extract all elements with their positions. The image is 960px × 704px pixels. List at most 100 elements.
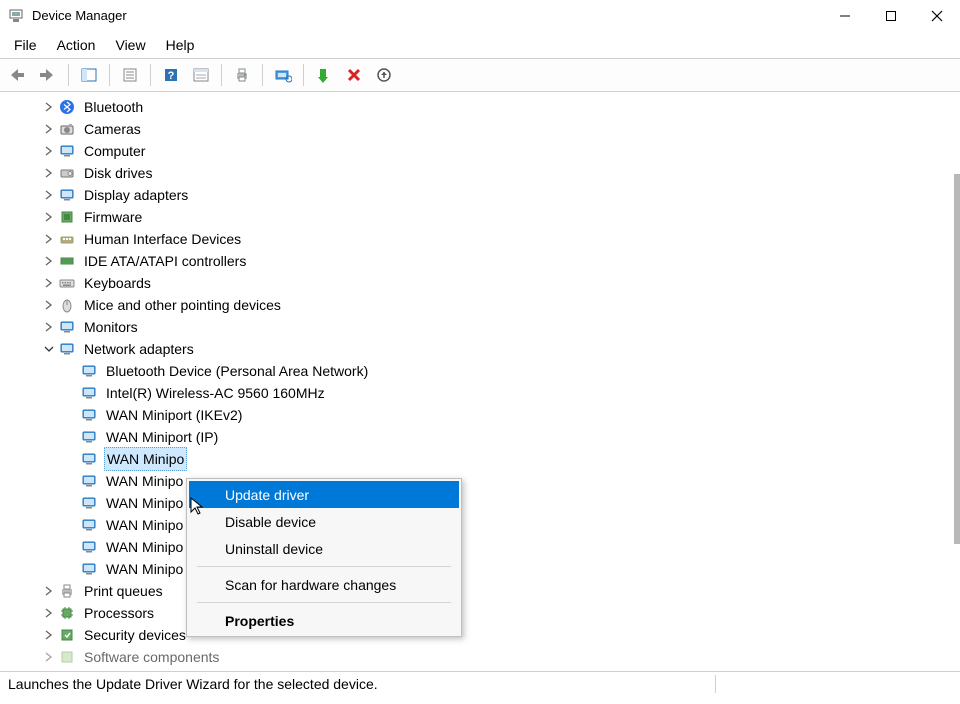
tree-label: WAN Minipo [104,470,185,492]
tree-label: Print queues [82,580,165,602]
properties-button[interactable] [116,61,144,89]
tree-item-wan-5[interactable]: WAN Minipo [20,470,960,492]
tree-label: Bluetooth Device (Personal Area Network) [104,360,370,382]
bluetooth-icon [58,99,76,115]
tree-item-processors[interactable]: Processors [20,602,960,624]
chevron-right-icon[interactable] [42,144,56,158]
tree-item-wan-8[interactable]: WAN Minipo [20,536,960,558]
tree-item-print-queues[interactable]: Print queues [20,580,960,602]
display-adapter-icon [58,187,76,203]
cm-disable-device[interactable]: Disable device [189,508,459,535]
tree-item-wan-9[interactable]: WAN Minipo [20,558,960,580]
chevron-right-icon[interactable] [42,276,56,290]
vertical-scrollbar[interactable] [954,94,960,678]
scan-hardware-button[interactable] [269,61,297,89]
keyboard-icon [58,275,76,291]
cm-scan-hardware[interactable]: Scan for hardware changes [189,571,459,598]
tree-item-bt-pan[interactable]: Bluetooth Device (Personal Area Network) [20,360,960,382]
tree-item-bluetooth[interactable]: Bluetooth [20,96,960,118]
cm-update-driver[interactable]: Update driver [189,481,459,508]
tree-item-intel-wireless[interactable]: Intel(R) Wireless-AC 9560 160MHz [20,382,960,404]
chevron-down-icon[interactable] [42,342,56,356]
tree-item-keyboards[interactable]: Keyboards [20,272,960,294]
menu-help[interactable]: Help [156,34,205,56]
tree-item-wan-7[interactable]: WAN Minipo [20,514,960,536]
chevron-right-icon[interactable] [42,188,56,202]
chevron-right-icon[interactable] [42,584,56,598]
network-adapter-icon [80,385,98,401]
tree-item-disk-drives[interactable]: Disk drives [20,162,960,184]
camera-icon [58,121,76,137]
chevron-right-icon[interactable] [42,298,56,312]
tree-item-wan-ipv6[interactable]: WAN Minipo [20,448,960,470]
device-tree[interactable]: Bluetooth Cameras Computer Disk drives D… [0,92,960,672]
cm-uninstall-device[interactable]: Uninstall device [189,535,459,562]
tree-item-cameras[interactable]: Cameras [20,118,960,140]
disable-device-button[interactable] [340,61,368,89]
tree-label: IDE ATA/ATAPI controllers [82,250,248,272]
menu-file[interactable]: File [4,34,47,56]
close-button[interactable] [914,0,960,32]
toolbar-separator [262,64,263,86]
print-button[interactable] [228,61,256,89]
tree-item-wan-ikev2[interactable]: WAN Miniport (IKEv2) [20,404,960,426]
action-list-button[interactable] [187,61,215,89]
chevron-right-icon[interactable] [42,320,56,334]
tree-label: Monitors [82,316,140,338]
tree-item-computer[interactable]: Computer [20,140,960,162]
toolbar: ? [0,58,960,92]
tree-item-mice[interactable]: Mice and other pointing devices [20,294,960,316]
cm-separator [197,602,451,603]
tree-item-ide[interactable]: IDE ATA/ATAPI controllers [20,250,960,272]
processor-icon [58,605,76,621]
tree-item-security-devices[interactable]: Security devices [20,624,960,646]
update-driver-button[interactable] [370,61,398,89]
chevron-right-icon[interactable] [42,210,56,224]
menu-action[interactable]: Action [47,34,106,56]
network-adapter-icon [80,407,98,423]
maximize-button[interactable] [868,0,914,32]
tree-item-network-adapters[interactable]: Network adapters [20,338,960,360]
statusbar-text: Launches the Update Driver Wizard for th… [4,676,382,692]
menubar: File Action View Help [0,32,960,58]
show-hide-console-tree-button[interactable] [75,61,103,89]
tree-item-firmware[interactable]: Firmware [20,206,960,228]
menu-view[interactable]: View [105,34,155,56]
app-icon [8,8,24,24]
chevron-right-icon[interactable] [42,122,56,136]
minimize-button[interactable] [822,0,868,32]
tree-label: WAN Minipo [104,558,185,580]
cm-properties[interactable]: Properties [189,607,459,634]
tree-label: Computer [82,140,147,162]
software-component-icon [58,649,76,665]
tree-item-wan-6[interactable]: WAN Minipo [20,492,960,514]
chevron-right-icon[interactable] [42,606,56,620]
chevron-right-icon[interactable] [42,100,56,114]
hid-icon [58,231,76,247]
back-button[interactable] [4,61,32,89]
tree-item-monitors[interactable]: Monitors [20,316,960,338]
enable-device-button[interactable] [310,61,338,89]
forward-button[interactable] [34,61,62,89]
tree-label: WAN Miniport (IKEv2) [104,404,244,426]
help-button[interactable]: ? [157,61,185,89]
chevron-right-icon[interactable] [42,628,56,642]
tree-label: Intel(R) Wireless-AC 9560 160MHz [104,382,327,404]
security-device-icon [58,627,76,643]
disk-drive-icon [58,165,76,181]
computer-icon [58,143,76,159]
chevron-right-icon[interactable] [42,232,56,246]
chevron-right-icon[interactable] [42,166,56,180]
cm-separator [197,566,451,567]
tree-item-display-adapters[interactable]: Display adapters [20,184,960,206]
monitor-icon [58,319,76,335]
chevron-right-icon[interactable] [42,650,56,664]
scrollbar-thumb[interactable] [954,174,960,544]
network-adapter-icon [80,429,98,445]
tree-item-hid[interactable]: Human Interface Devices [20,228,960,250]
tree-item-wan-ip[interactable]: WAN Miniport (IP) [20,426,960,448]
mouse-icon [58,297,76,313]
window-controls [822,0,960,32]
chevron-right-icon[interactable] [42,254,56,268]
tree-item-software-components[interactable]: Software components [20,646,960,668]
